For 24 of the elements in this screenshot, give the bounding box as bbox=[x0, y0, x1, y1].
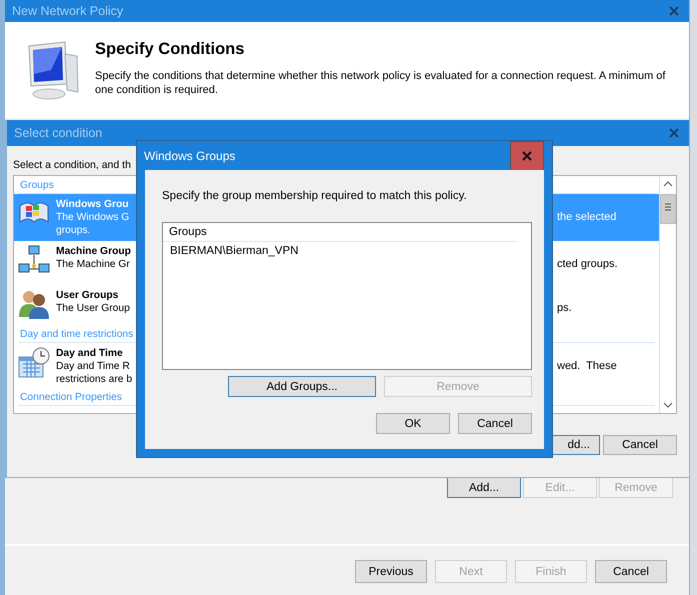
window-title: Select condition bbox=[14, 126, 102, 140]
condition-description: Day and Time R bbox=[56, 360, 130, 373]
section-heading: Day and time restrictions bbox=[20, 329, 134, 340]
condition-title: User Groups bbox=[56, 289, 118, 302]
condition-description: The Machine Gr bbox=[56, 258, 130, 271]
instruction-text: Specify the group membership required to match this policy. bbox=[162, 189, 468, 203]
condition-description: restrictions are b bbox=[56, 373, 132, 386]
page-description: Specify the conditions that determine whether this network policy is evaluated for a connection request. A minimum of one condition is required. bbox=[95, 69, 666, 97]
condition-title: Machine Group bbox=[56, 245, 131, 258]
window-title: New Network Policy bbox=[12, 4, 124, 18]
condition-description: cted groups. bbox=[557, 258, 619, 271]
section-heading: Groups bbox=[20, 180, 54, 191]
page-heading: Specify Conditions bbox=[95, 40, 246, 59]
condition-description: the selected bbox=[557, 211, 618, 224]
condition-description: wed. These bbox=[557, 360, 618, 373]
section-heading: Connection Properties bbox=[20, 392, 122, 403]
instruction-text: Select a condition, and th bbox=[13, 158, 131, 172]
condition-title: Day and Time bbox=[56, 347, 123, 360]
condition-description: ps. bbox=[557, 302, 573, 315]
condition-description: The Windows G bbox=[56, 211, 130, 224]
dialog-title: Windows Groups bbox=[144, 148, 236, 162]
condition-title: Windows Grou bbox=[56, 198, 129, 211]
condition-description: groups. bbox=[56, 224, 90, 237]
condition-description: The User Group bbox=[56, 302, 130, 315]
